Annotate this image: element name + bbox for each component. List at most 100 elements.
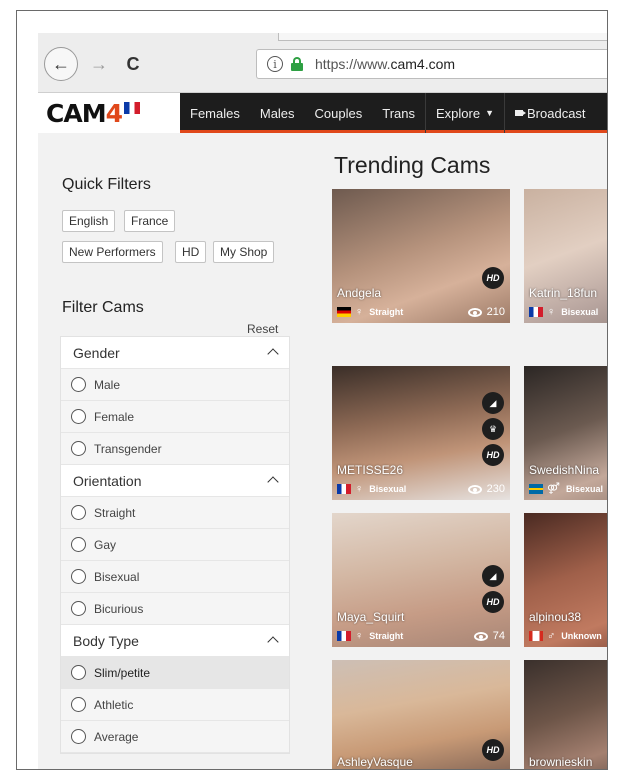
cam-name: alpinou38 <box>529 610 582 624</box>
chevron-up-icon <box>269 345 277 361</box>
option-male[interactable]: Male <box>61 369 289 401</box>
option-bicurious[interactable]: Bicurious <box>61 593 289 625</box>
cam-name: brownieskin <box>529 755 593 769</box>
cam-card[interactable]: alpinou38 ♂ Unknown <box>524 513 607 647</box>
cam-info: ♀ Straight <box>337 306 403 318</box>
site-header: CAM4 Females Males Couples Trans Explore… <box>38 93 607 133</box>
quick-filters-title: Quick Filters <box>62 176 151 193</box>
cam-info: ♀ Straight <box>337 630 403 642</box>
filter-group-body-type[interactable]: Body Type <box>61 625 289 657</box>
chip-new-performers[interactable]: New Performers <box>62 241 163 263</box>
arrow-right-icon: → <box>90 53 108 74</box>
arrow-left-icon: ← <box>52 53 70 74</box>
option-transgender[interactable]: Transgender <box>61 433 289 465</box>
chevron-up-icon <box>269 633 277 649</box>
flag-icon <box>123 102 140 114</box>
option-average[interactable]: Average <box>61 721 289 753</box>
caret-down-icon: ▼ <box>485 108 494 118</box>
video-camera-icon <box>515 110 526 116</box>
nav-broadcast-label: Broadcast <box>527 105 586 121</box>
lock-icon <box>291 57 303 71</box>
filter-panel: Gender Male Female Transgender Orientati… <box>60 336 290 754</box>
cam-orientation: Bisexual <box>561 307 599 317</box>
female-icon: ♀ <box>355 306 364 318</box>
radio-button[interactable] <box>71 377 86 392</box>
info-icon[interactable]: i <box>267 56 283 72</box>
view-count-number: 74 <box>492 630 505 642</box>
cam-card[interactable]: HD AshleyVasque <box>332 660 510 769</box>
male-icon: ♂ <box>547 630 556 642</box>
option-label: Female <box>94 409 135 424</box>
cam-info: ♂ Unknown <box>529 630 602 642</box>
address-bar[interactable]: i https://www.cam4.com <box>256 49 607 79</box>
radio-button[interactable] <box>71 601 86 616</box>
cam-card[interactable]: ◢ ♛ HD METISSE26 ♀ Bisexual 230 <box>332 366 510 500</box>
radio-button[interactable] <box>71 537 86 552</box>
radio-button[interactable] <box>71 569 86 584</box>
filter-sidebar: Quick Filters English France New Perform… <box>38 136 310 769</box>
chip-hd[interactable]: HD <box>175 241 207 263</box>
radio-button[interactable] <box>71 729 86 744</box>
cam-info: ⚤ Bisexual <box>529 482 603 495</box>
eye-icon <box>473 631 488 641</box>
option-gay[interactable]: Gay <box>61 529 289 561</box>
female-icon: ♀ <box>355 483 364 495</box>
radio-button[interactable] <box>71 697 86 712</box>
view-count: 74 <box>473 630 505 642</box>
radio-button[interactable] <box>71 505 86 520</box>
filter-group-title: Body Type <box>73 632 139 649</box>
url-text[interactable]: https://www.cam4.com <box>315 56 455 72</box>
view-count: 230 <box>467 483 505 495</box>
radio-button[interactable] <box>71 665 86 680</box>
option-label: Slim/petite <box>94 665 151 680</box>
option-label: Average <box>94 729 139 744</box>
radio-button[interactable] <box>71 409 86 424</box>
cam-info: ♀ Bisexual <box>529 306 598 318</box>
hd-badge: HD <box>482 591 504 613</box>
eye-icon <box>467 484 482 494</box>
cam-card[interactable]: HD Andgela ♀ Straight 210 <box>332 189 510 323</box>
chip-my-shop[interactable]: My Shop <box>213 241 275 263</box>
option-bisexual[interactable]: Bisexual <box>61 561 289 593</box>
reload-button[interactable]: C <box>116 47 150 81</box>
radio-button[interactable] <box>71 441 86 456</box>
filter-group-title: Orientation <box>73 472 142 489</box>
view-count-number: 230 <box>486 483 505 495</box>
option-straight[interactable]: Straight <box>61 497 289 529</box>
back-button[interactable]: ← <box>44 47 78 81</box>
cam-orientation: Straight <box>369 307 404 317</box>
view-count: 210 <box>467 306 505 318</box>
female-icon: ♀ <box>547 306 556 318</box>
main-nav: Females Males Couples Trans Explore ▼ Br… <box>180 93 596 133</box>
filter-group-gender[interactable]: Gender <box>61 337 289 369</box>
option-female[interactable]: Female <box>61 401 289 433</box>
option-slim-petite[interactable]: Slim/petite <box>61 657 289 689</box>
cam-card[interactable]: Katrin_18fun ♀ Bisexual <box>524 189 607 323</box>
filter-group-orientation[interactable]: Orientation <box>61 465 289 497</box>
chip-english[interactable]: English <box>62 210 116 232</box>
chevron-up-icon <box>269 473 277 489</box>
nav-females[interactable]: Females <box>180 93 250 133</box>
site-logo[interactable]: CAM4 <box>38 93 180 133</box>
cam-orientation: Unknown <box>561 631 602 641</box>
toy-icon: ◢ <box>482 565 504 587</box>
nav-couples[interactable]: Couples <box>305 93 373 133</box>
nav-males[interactable]: Males <box>250 93 305 133</box>
filter-cams-title: Filter Cams <box>62 299 144 316</box>
flag-icon <box>337 307 351 317</box>
chip-france[interactable]: France <box>124 210 176 232</box>
reset-link[interactable]: Reset <box>247 322 278 336</box>
cam-card[interactable]: brownieskin <box>524 660 607 769</box>
cam-orientation: Straight <box>369 631 404 641</box>
cam-card[interactable]: ◢ HD Maya_Squirt ♀ Straight 74 <box>332 513 510 647</box>
option-athletic[interactable]: Athletic <box>61 689 289 721</box>
hd-badge: HD <box>482 444 504 466</box>
nav-explore-label: Explore <box>436 105 481 121</box>
cam-card[interactable]: SwedishNina ⚤ Bisexual <box>524 366 607 500</box>
forward-button[interactable]: → <box>82 47 116 81</box>
browser-toolbar: ← → C i https://www.cam4.com <box>38 33 607 93</box>
option-label: Bicurious <box>94 601 144 616</box>
nav-trans[interactable]: Trans <box>372 93 425 133</box>
nav-explore[interactable]: Explore ▼ <box>425 93 505 133</box>
nav-broadcast[interactable]: Broadcast <box>505 93 596 133</box>
